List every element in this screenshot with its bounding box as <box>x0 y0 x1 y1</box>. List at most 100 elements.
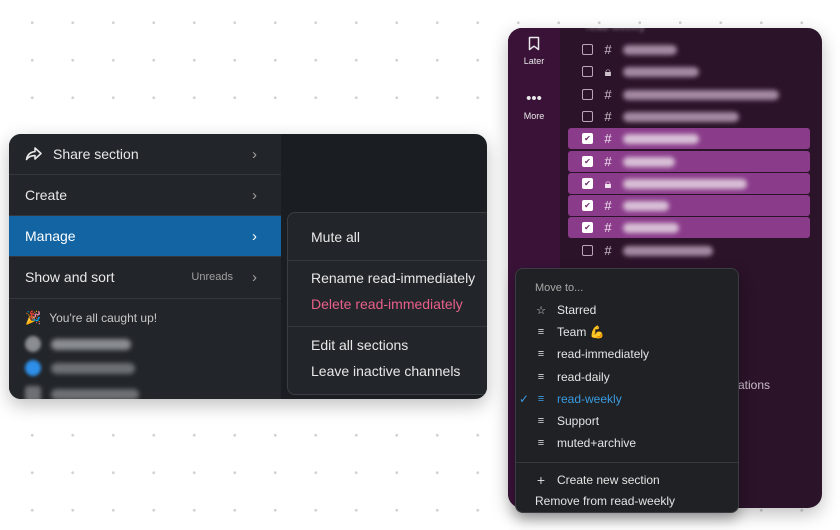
hash-icon: # <box>604 220 612 235</box>
section-icon: ≡ <box>537 326 545 338</box>
leave-inactive-channels-item[interactable]: Leave inactive channels <box>311 363 460 379</box>
channel-row-selected[interactable]: ✔ # <box>568 151 810 172</box>
blurred-channel-name <box>623 44 677 55</box>
channel-row-selected[interactable]: ✔ # <box>568 217 810 238</box>
caught-up-text: You're all caught up! <box>49 311 158 325</box>
more-label: More <box>523 111 545 121</box>
remove-from-section-item[interactable]: Remove from read-weekly <box>535 494 675 508</box>
move-to-menu: Move to... ☆ Starred ≡ Team 💪 ≡ read-imm… <box>515 268 739 513</box>
blurred-channel-name <box>623 245 713 256</box>
manage-label: Manage <box>25 228 76 244</box>
edit-all-sections-item[interactable]: Edit all sections <box>311 337 408 353</box>
move-to-read-daily[interactable]: ≡ read-daily <box>535 370 610 384</box>
blurred-channel-name <box>623 66 699 77</box>
show-and-sort-item[interactable]: Show and sort Unreads › <box>9 257 281 297</box>
move-to-muted-archive[interactable]: ≡ muted+archive <box>535 436 636 450</box>
checkbox-checked[interactable]: ✔ <box>582 200 593 211</box>
avatar <box>25 336 41 352</box>
checkbox-checked[interactable]: ✔ <box>582 178 593 189</box>
party-popper-icon: 🎉 <box>25 310 42 325</box>
checkbox[interactable] <box>582 44 593 55</box>
section-icon: ≡ <box>537 437 545 449</box>
channel-row-selected[interactable]: ✔ 🔒︎ <box>568 173 810 194</box>
hash-icon: # <box>604 243 612 258</box>
delete-section-item[interactable]: Delete read-immediately <box>311 296 463 312</box>
section-icon: ≡ <box>537 393 545 405</box>
star-icon: ☆ <box>536 304 546 317</box>
create-label: Create <box>25 187 68 203</box>
show-and-sort-label: Show and sort <box>25 269 115 285</box>
blurred-channel-name <box>623 89 779 100</box>
move-item-label: Support <box>557 414 600 428</box>
move-item-label: Team 💪 <box>557 325 605 339</box>
checkbox[interactable] <box>582 66 593 77</box>
blurred-channel-name <box>623 156 675 167</box>
channel-row[interactable]: # <box>568 84 810 105</box>
channel-row-selected[interactable]: ✔ # <box>568 195 810 216</box>
mute-all-item[interactable]: Mute all <box>311 229 360 245</box>
checkbox-checked[interactable]: ✔ <box>582 222 593 233</box>
dm-row[interactable] <box>25 336 131 352</box>
blurred-channel-name <box>623 200 669 211</box>
plus-icon: + <box>536 472 546 488</box>
channel-row[interactable]: 🔒︎ <box>568 61 810 82</box>
hash-icon: # <box>604 109 612 124</box>
manage-item[interactable]: Manage › <box>9 216 281 256</box>
checkbox-checked[interactable]: ✔ <box>582 156 593 167</box>
later-label: Later <box>523 56 545 66</box>
chevron-right-icon: › <box>252 268 257 286</box>
move-to-read-immediately[interactable]: ≡ read-immediately <box>535 347 649 361</box>
channel-row[interactable]: # <box>568 39 810 60</box>
blurred-section-header: read-weekly <box>586 28 645 33</box>
move-item-label: read-immediately <box>557 347 650 361</box>
create-new-section-item[interactable]: + Create new section <box>535 472 660 488</box>
share-icon <box>25 147 42 161</box>
move-item-label: Starred <box>557 303 597 317</box>
blurred-name <box>51 338 131 350</box>
channel-row-selected[interactable]: ✔ # <box>568 128 810 149</box>
hash-icon: # <box>604 131 612 146</box>
hash-icon: # <box>604 154 612 169</box>
dm-row[interactable] <box>25 386 139 399</box>
move-to-support[interactable]: ≡ Support <box>535 414 599 428</box>
move-item-label: read-weekly <box>557 392 622 406</box>
move-to-read-weekly[interactable]: ≡ read-weekly <box>535 392 622 406</box>
move-to-title: Move to... <box>535 282 584 294</box>
chevron-right-icon: › <box>252 227 257 245</box>
checkbox[interactable] <box>582 111 593 122</box>
section-icon: ≡ <box>537 348 545 360</box>
hash-icon: # <box>604 198 612 213</box>
caught-up-message: 🎉 You're all caught up! <box>25 310 157 326</box>
checkmark-icon: ✓ <box>519 392 530 406</box>
checkbox[interactable] <box>582 245 593 256</box>
checkbox-checked[interactable]: ✔ <box>582 133 593 144</box>
channel-row[interactable]: # <box>568 106 810 127</box>
checkbox[interactable] <box>582 89 593 100</box>
more-dots-icon: ••• <box>526 90 542 107</box>
blurred-channel-name <box>623 133 699 144</box>
move-to-team[interactable]: ≡ Team 💪 <box>535 325 605 339</box>
avatar <box>25 386 41 399</box>
share-section-item[interactable]: Share section › <box>9 134 281 174</box>
blurred-channel-name <box>623 222 679 233</box>
section-icon: ≡ <box>537 371 545 383</box>
menu-divider <box>9 298 281 299</box>
partially-hidden-text: ations <box>738 378 771 392</box>
create-item[interactable]: Create › <box>9 175 281 215</box>
later-button[interactable]: Later <box>508 36 560 66</box>
share-section-label: Share section <box>53 146 139 162</box>
menu-divider <box>516 462 738 463</box>
channel-row[interactable]: # <box>568 240 810 261</box>
dm-row[interactable] <box>25 360 135 376</box>
menu-divider <box>288 326 487 327</box>
avatar <box>25 360 41 376</box>
blurred-channel-name <box>623 178 747 189</box>
bookmark-icon <box>528 36 540 51</box>
menu-divider <box>288 260 487 261</box>
move-to-starred[interactable]: ☆ Starred <box>535 303 596 317</box>
rename-section-item[interactable]: Rename read-immediately <box>311 270 475 286</box>
more-button[interactable]: ••• More <box>508 90 560 121</box>
manage-submenu: Mute all Rename read-immediately Delete … <box>287 212 487 395</box>
blurred-channel-name <box>623 111 739 122</box>
chevron-right-icon: › <box>252 186 257 204</box>
